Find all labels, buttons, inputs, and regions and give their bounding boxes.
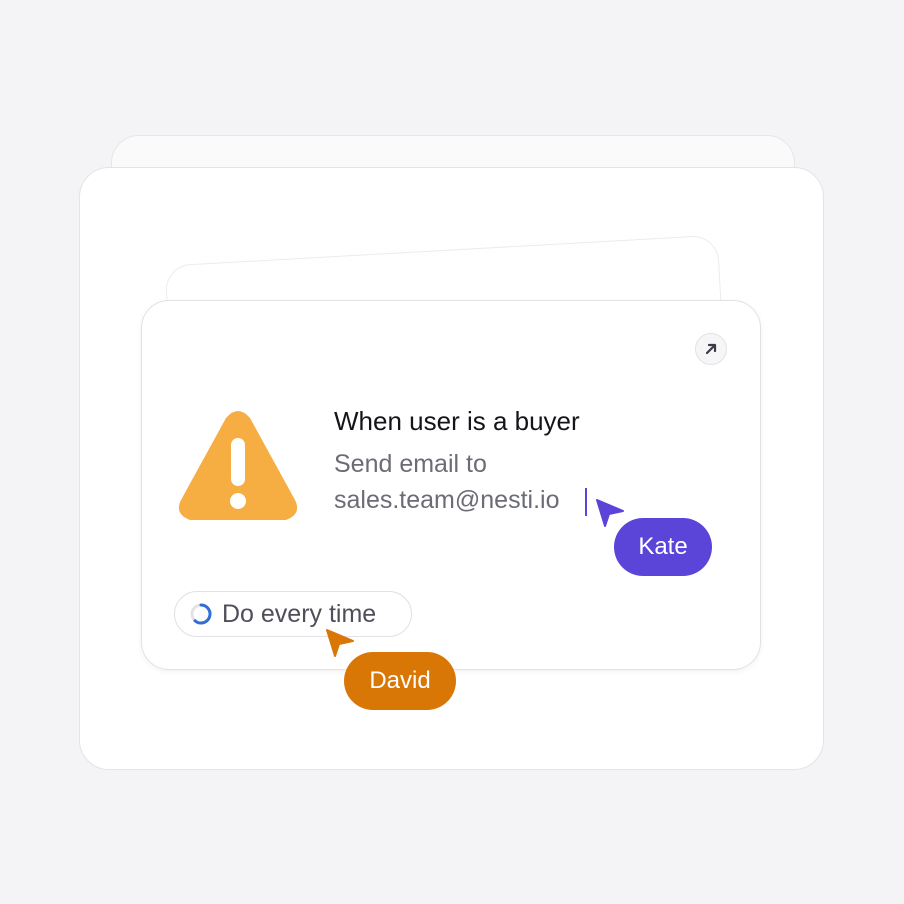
arrow-up-right-icon [705, 343, 717, 355]
rule-title: When user is a buyer [334, 406, 580, 436]
rule-action-text: Send email to [334, 450, 487, 478]
collaborator-tag-kate: Kate [614, 518, 712, 576]
expand-button[interactable] [695, 333, 727, 365]
david-pointer-cursor-icon [326, 629, 354, 657]
rule-email-address[interactable]: sales.team@nesti.io [334, 486, 559, 515]
warning-icon [178, 411, 298, 520]
kate-pointer-cursor-icon [596, 499, 624, 527]
collaborator-tag-david: David [344, 652, 456, 710]
loop-spinner-icon [190, 603, 212, 625]
text-caret [585, 488, 587, 516]
frequency-pill[interactable]: Do every time [174, 591, 412, 637]
frequency-label: Do every time [222, 599, 377, 628]
